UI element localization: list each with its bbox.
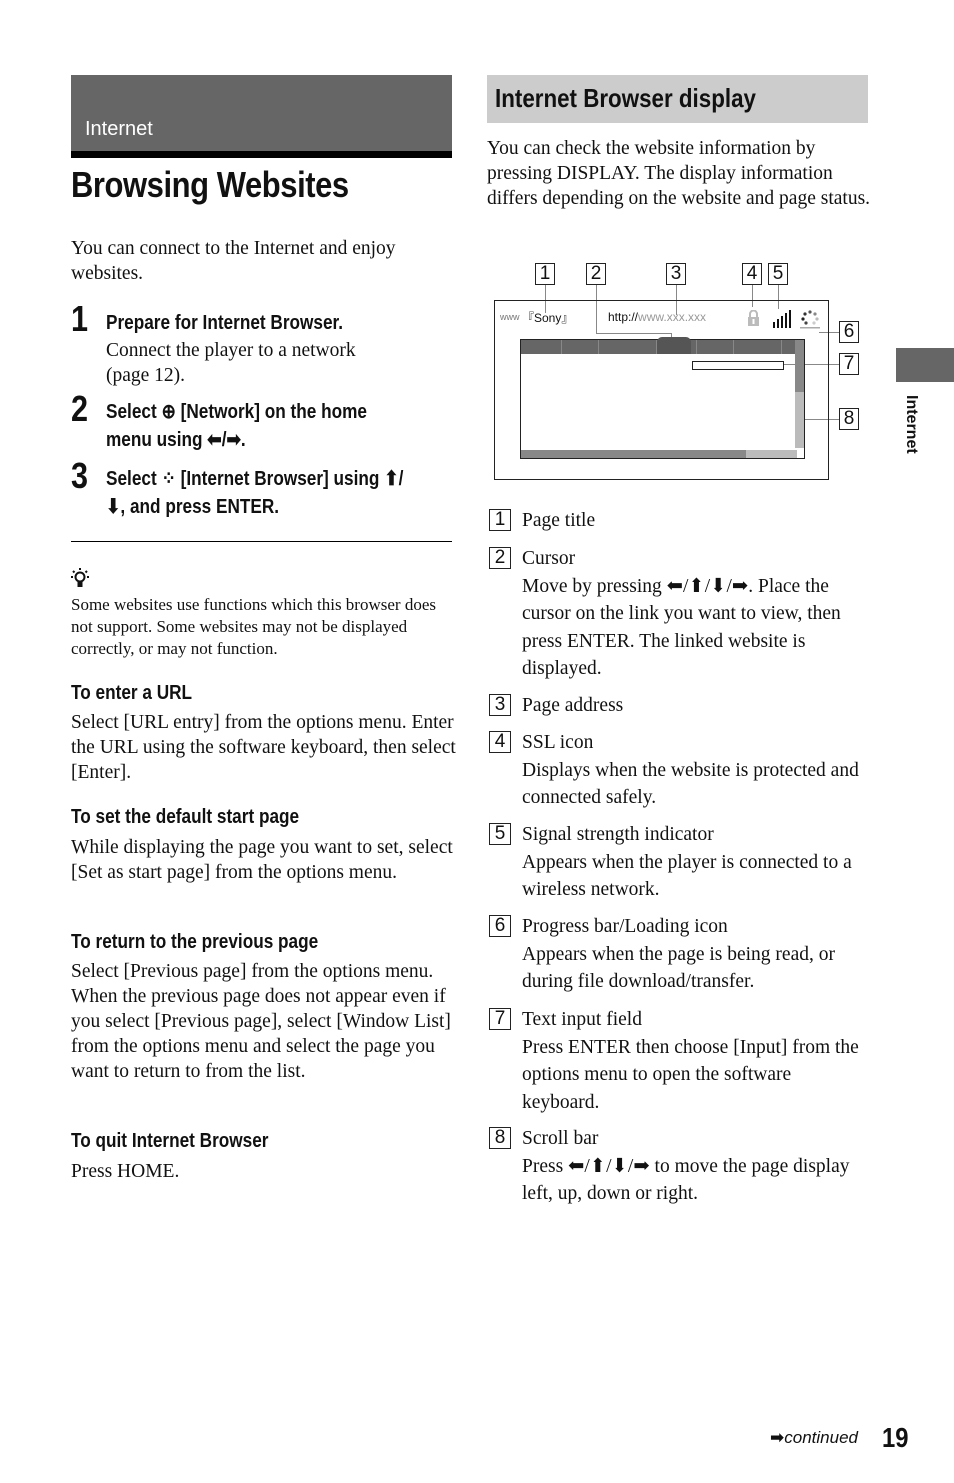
banner-rule [71,151,452,158]
callout-4: 4 [742,263,762,285]
step-heading: ⬇, and press ENTER. [106,496,280,518]
callout-2: 2 [586,263,606,285]
legend-item: Page title [522,510,596,531]
display-intro: You can check the website information by… [487,138,871,209]
subsection-heading: To quit Internet Browser [71,1130,269,1152]
step-heading: Select ⁘ [Internet Browser] using ⬆/ [106,468,404,490]
horizontal-scrollbar[interactable] [521,450,797,458]
callout-3: 3 [666,263,686,285]
www-icon: www [500,312,520,322]
browser-display-diagram: 1 2 3 4 5 6 7 8 www 『Sony』 http://www.xx… [487,258,867,488]
step-heading: menu using ⬅/➡. [106,429,246,451]
arrow-right-icon: ➡ [770,1428,785,1448]
item-number: 5 [489,823,511,845]
subsection-body: Select [URL entry] from the options menu… [71,712,456,783]
section-label: Internet [85,118,153,140]
tip-text: Some websites use functions which this b… [71,595,436,658]
page-number: 19 [882,1422,909,1453]
lightbulb-icon [71,567,91,596]
subsection-body: Select [Previous page] from the options … [71,961,451,1082]
legend-item: Scroll bar Press ⬅/⬆/⬇/➡ to move the page… [522,1128,850,1204]
item-number: 6 [489,915,511,937]
page-title: Browsing Websites [71,164,349,205]
scroll-thumb[interactable] [521,450,746,458]
item-number: 7 [489,1008,511,1030]
link-bar [521,337,797,354]
step-body: Connect the player to a network (page 12… [106,340,356,386]
text-input-field[interactable] [692,361,784,370]
item-number: 2 [489,547,511,569]
divider [71,541,452,542]
item-number: 3 [489,694,511,716]
subsection-body: Press HOME. [71,1161,180,1182]
legend-item: Cursor Move by pressing ⬅/⬆/⬇/➡. Place th… [522,548,841,679]
step-heading: Prepare for Internet Browser. [106,312,344,334]
callout-5: 5 [768,263,788,285]
step-number: 3 [71,455,89,496]
page-content-area [520,337,805,459]
ssl-lock-icon [747,309,760,326]
subsection-heading: To return to the previous page [71,931,319,953]
callout-1: 1 [535,263,555,285]
item-number: 8 [489,1127,511,1149]
legend-item: Signal strength indicator Appears when th… [522,824,852,900]
display-heading-banner: Internet Browser display [487,75,868,123]
scroll-thumb[interactable] [795,340,804,392]
continued-indicator: ➡continued [770,1428,858,1448]
side-tab [896,348,954,382]
callout-7: 7 [839,353,859,375]
intro-text: You can connect to the Internet and enjo… [71,238,396,284]
item-number: 4 [489,731,511,753]
section-banner: Internet [71,75,452,151]
legend-item: SSL icon Displays when the website is pro… [522,732,859,808]
subsection-body: While displaying the page you want to se… [71,837,453,883]
step-number: 2 [71,388,89,429]
subsection-heading: To enter a URL [71,682,193,704]
legend-item: Page address [522,695,624,716]
loading-icon [799,310,821,335]
legend-item: Progress bar/Loading icon Appears when th… [522,916,835,992]
cursor [657,337,691,354]
browser-screen: www 『Sony』 http://www.xxx.xxx [494,300,829,480]
side-tab-label: Internet [903,395,920,454]
signal-strength-icon [773,310,793,333]
callout-8: 8 [839,408,859,430]
display-heading: Internet Browser display [495,83,756,113]
legend-item: Text input field Press ENTER then choose … [522,1009,859,1113]
page-title-text: 『Sony』 [522,311,574,325]
step-number: 1 [71,298,89,339]
page-address: http://www.xxx.xxx [608,310,707,324]
vertical-scrollbar[interactable] [795,340,804,448]
subsection-heading: To set the default start page [71,806,300,828]
step-heading: Select ⊕ [Network] on the home [106,401,367,423]
callout-6: 6 [839,321,859,343]
item-number: 1 [489,509,511,531]
